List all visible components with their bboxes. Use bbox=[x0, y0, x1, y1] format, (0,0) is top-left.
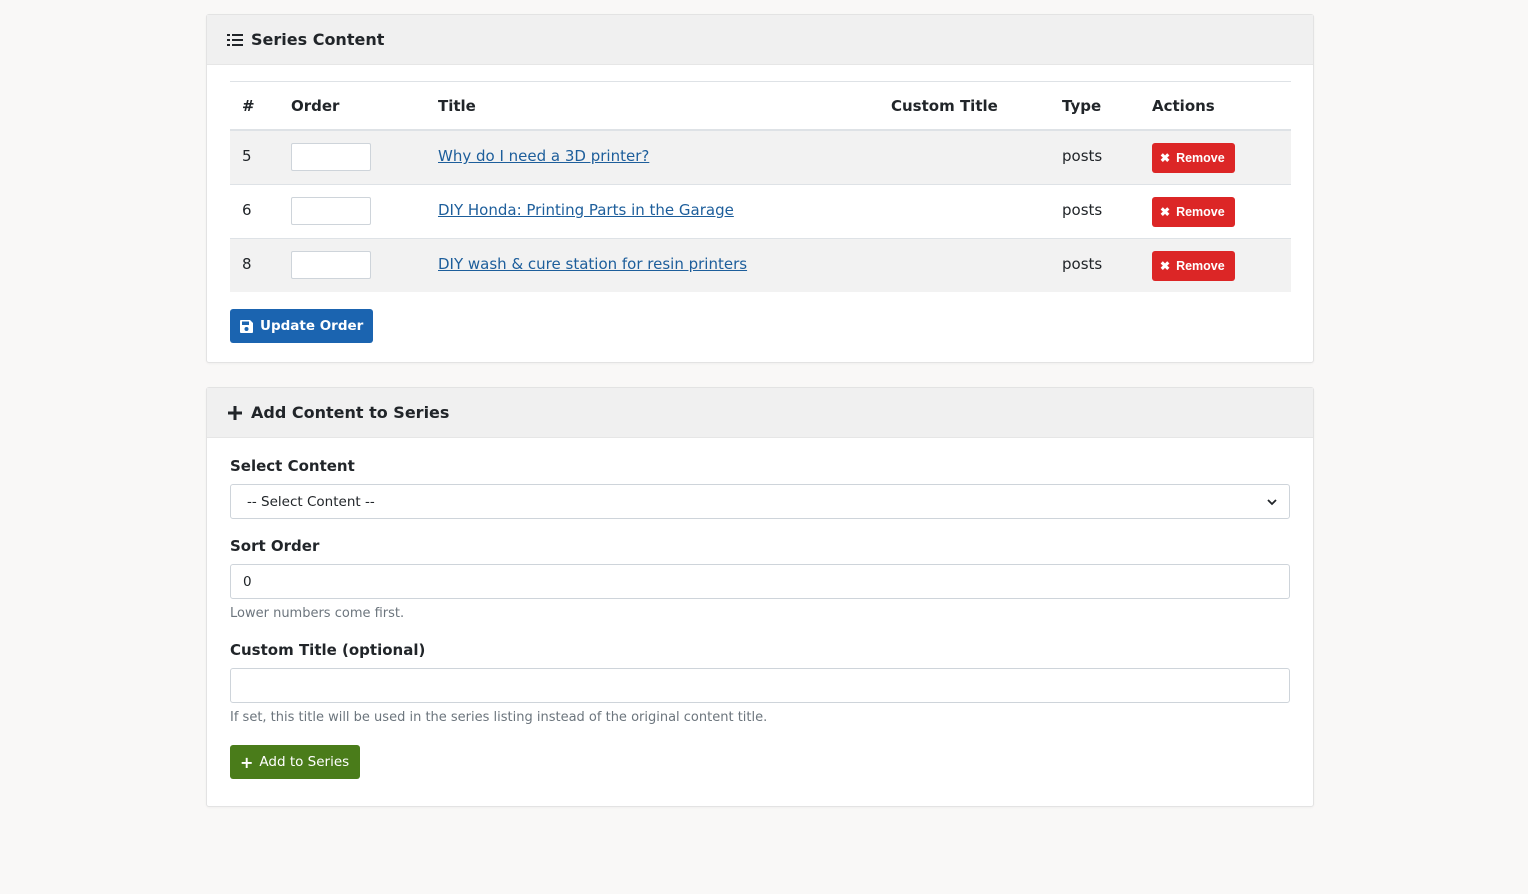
column-header-actions: Actions bbox=[1152, 96, 1215, 115]
row-number: 6 bbox=[242, 200, 252, 219]
table-row: 8 DIY wash & cure station for resin prin… bbox=[230, 238, 1291, 292]
update-order-button[interactable]: Update Order bbox=[230, 309, 374, 343]
custom-title-help: If set, this title will be used in the s… bbox=[230, 710, 768, 725]
chevron-down-icon bbox=[1267, 494, 1277, 510]
add-to-series-label: Add to Series bbox=[259, 754, 350, 770]
order-input[interactable] bbox=[291, 196, 371, 225]
actions-cell: ✖ Remove bbox=[1140, 184, 1291, 238]
add-content-body: Select Content -- Select Content -- Sort… bbox=[207, 438, 1313, 795]
save-icon bbox=[240, 319, 253, 333]
remove-button-label: Remove bbox=[1176, 258, 1225, 273]
remove-button-label: Remove bbox=[1176, 151, 1225, 165]
series-content-table: # Order Title Custom Title Type Actions … bbox=[230, 81, 1291, 292]
content-title-link[interactable]: Why do I need a 3D printer? bbox=[438, 147, 649, 165]
custom-title-label: Custom Title (optional) bbox=[230, 641, 426, 659]
remove-button[interactable]: ✖ Remove bbox=[1152, 196, 1235, 227]
list-icon bbox=[227, 32, 243, 48]
row-number: 5 bbox=[242, 147, 252, 165]
custom-title-input[interactable] bbox=[230, 668, 1290, 703]
sort-order-input[interactable]: 0 bbox=[230, 564, 1290, 599]
sort-order-group: Sort Order 0 Lower numbers come first. bbox=[230, 537, 1290, 621]
title-cell: DIY Honda: Printing Parts in the Garage bbox=[426, 184, 879, 238]
order-input[interactable] bbox=[291, 143, 371, 171]
select-content-label: Select Content bbox=[230, 457, 355, 475]
actions-cell: ✖ Remove bbox=[1140, 130, 1291, 184]
remove-button-label: Remove bbox=[1176, 204, 1225, 219]
title-cell: DIY wash & cure station for resin printe… bbox=[426, 238, 879, 292]
actions-cell: ✖ Remove bbox=[1140, 238, 1291, 292]
close-icon: ✖ bbox=[1160, 258, 1171, 273]
close-icon: ✖ bbox=[1160, 204, 1171, 219]
select-content-group: Select Content -- Select Content -- bbox=[230, 457, 1290, 519]
series-content-header: Series Content bbox=[207, 15, 1313, 65]
title-cell: Why do I need a 3D printer? bbox=[426, 130, 879, 184]
custom-title-group: Custom Title (optional) If set, this tit… bbox=[230, 641, 1290, 725]
order-cell bbox=[279, 238, 426, 292]
column-header-custom-title: Custom Title bbox=[891, 96, 998, 115]
add-to-series-button[interactable]: + Add to Series bbox=[230, 745, 361, 779]
series-content-body: # Order Title Custom Title Type Actions … bbox=[207, 65, 1313, 359]
add-content-title: Add Content to Series bbox=[251, 403, 450, 422]
type-cell: posts bbox=[1062, 147, 1103, 165]
custom-title-cell bbox=[879, 184, 1050, 238]
remove-button[interactable]: ✖ Remove bbox=[1152, 143, 1235, 173]
order-cell bbox=[279, 130, 426, 184]
type-cell: posts bbox=[1062, 200, 1103, 219]
table-row: 6 DIY Honda: Printing Parts in the Garag… bbox=[230, 184, 1291, 238]
column-header-num: # bbox=[242, 96, 255, 115]
remove-button[interactable]: ✖ Remove bbox=[1152, 250, 1235, 281]
close-icon: ✖ bbox=[1160, 151, 1171, 165]
column-header-title: Title bbox=[438, 96, 476, 115]
select-content-value: -- Select Content -- bbox=[247, 493, 375, 510]
sort-order-label: Sort Order bbox=[230, 537, 320, 555]
order-input[interactable] bbox=[291, 250, 371, 279]
plus-icon: + bbox=[240, 752, 254, 772]
custom-title-cell bbox=[879, 130, 1050, 184]
select-content-dropdown[interactable]: -- Select Content -- bbox=[230, 484, 1290, 519]
row-number: 8 bbox=[242, 254, 252, 273]
content-title-link[interactable]: DIY wash & cure station for resin printe… bbox=[438, 255, 747, 273]
type-cell: posts bbox=[1062, 254, 1103, 273]
add-content-card: Add Content to Series Select Content -- … bbox=[206, 387, 1314, 807]
table-header-row: # Order Title Custom Title Type Actions bbox=[230, 81, 1291, 130]
add-content-header: Add Content to Series bbox=[207, 388, 1313, 438]
content-title-link[interactable]: DIY Honda: Printing Parts in the Garage bbox=[438, 201, 734, 219]
series-content-card: Series Content # Order Title Custom Titl… bbox=[206, 14, 1314, 363]
column-header-order: Order bbox=[291, 96, 340, 115]
sort-order-value: 0 bbox=[243, 573, 252, 590]
custom-title-cell bbox=[879, 238, 1050, 292]
update-order-label: Update Order bbox=[260, 318, 364, 334]
sort-order-help: Lower numbers come first. bbox=[230, 606, 405, 621]
column-header-type: Type bbox=[1062, 96, 1102, 115]
plus-icon bbox=[227, 405, 243, 421]
table-row: 5 Why do I need a 3D printer? posts ✖ Rem… bbox=[230, 130, 1291, 184]
series-content-title: Series Content bbox=[251, 30, 385, 49]
order-cell bbox=[279, 184, 426, 238]
